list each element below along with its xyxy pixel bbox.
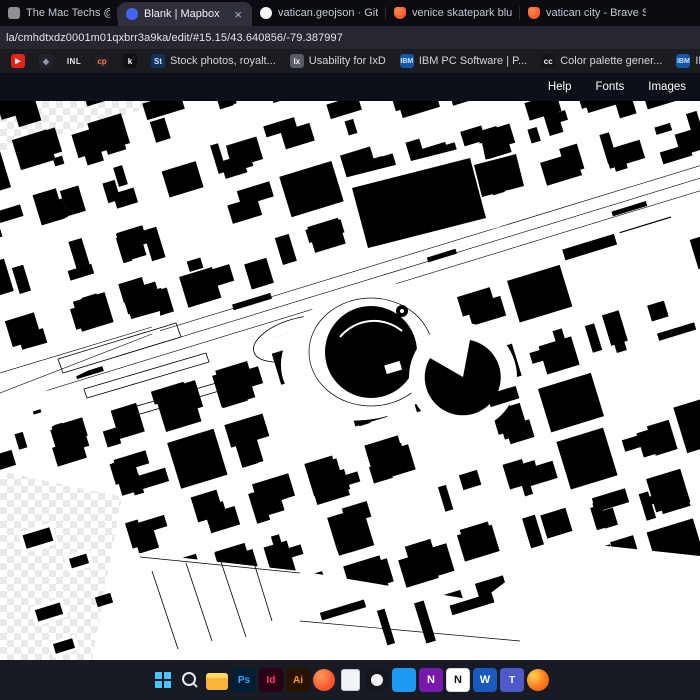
github-favicon [260, 7, 272, 19]
url-text[interactable]: la/cmhdtxdz0001m01qxbrr3a9ka/edit/#15.15… [0, 32, 343, 44]
studio-header: Help Fonts Images [0, 73, 700, 101]
fonts-link[interactable]: Fonts [596, 81, 625, 93]
bookmark-youtube[interactable]: ▶ [6, 52, 30, 70]
brave-favicon [528, 7, 540, 19]
photoshop-button[interactable]: Ps [232, 668, 256, 692]
windows-logo-icon [155, 672, 171, 688]
bookmark-icon: cc [541, 54, 556, 68]
onenote-button[interactable]: N [419, 668, 443, 692]
file-explorer-button[interactable] [205, 668, 229, 692]
tab-mac-techs[interactable]: The Mac Techs @ Sheridan :: L [0, 0, 118, 26]
bookmark-icon: k [123, 54, 137, 68]
firefox-button[interactable] [527, 669, 549, 691]
notion-button[interactable]: N [446, 668, 470, 692]
bookmark-label: Usability for IxD [308, 55, 386, 67]
images-link[interactable]: Images [648, 81, 686, 93]
bookmarks-bar: ▶ ◈ INL cp k St Stock photos, royalt... … [0, 49, 700, 73]
tab-title: Blank | Mapbox [144, 8, 220, 20]
tab-title: vatican city - Brave Search [546, 7, 646, 19]
bookmark-icon: Ix [289, 54, 304, 68]
help-link[interactable]: Help [548, 81, 572, 93]
bookmark-cp[interactable]: cp [90, 52, 114, 70]
notepad-button[interactable] [338, 668, 362, 692]
bookmark-icon: IBM [676, 54, 691, 68]
brave-favicon [394, 7, 406, 19]
illustrator-button[interactable]: Ai [286, 668, 310, 692]
github-button[interactable] [365, 668, 389, 692]
bookmark-icon: IBM [399, 54, 414, 68]
windows-start-button[interactable] [151, 668, 175, 692]
tab-title: The Mac Techs @ Sheridan :: L [26, 7, 110, 19]
bookmark-item-2[interactable]: ◈ [34, 52, 58, 70]
bookmark-inl[interactable]: INL [62, 52, 86, 70]
word-button[interactable]: W [473, 668, 497, 692]
tab-favicon [8, 7, 20, 19]
close-icon[interactable]: × [232, 7, 244, 22]
bookmark-icon: St [151, 54, 165, 68]
teams-button[interactable]: T [500, 668, 524, 692]
map-svg[interactable] [0, 101, 700, 660]
address-bar[interactable]: la/cmhdtxdz0001m01qxbrr3a9ka/edit/#15.15… [0, 26, 700, 49]
tab-venice-search[interactable]: venice skatepark blueprints - B [386, 0, 520, 26]
tab-title: venice skatepark blueprints - B [412, 7, 512, 19]
bookmark-icon: ◈ [39, 54, 53, 68]
bookmark-ibm-pc-software[interactable]: IBM IBM PC Software | P... [395, 52, 532, 70]
document-icon [340, 669, 360, 691]
search-button[interactable] [178, 668, 202, 692]
bookmark-color-palette[interactable]: cc Color palette gener... [536, 52, 667, 70]
map-canvas[interactable] [0, 101, 700, 660]
taskbar: Ps Id Ai N N W T [0, 660, 700, 700]
tab-vatican-search[interactable]: vatican city - Brave Search [520, 0, 654, 26]
bookmark-label: IBM Design Langua... [695, 55, 700, 67]
tab-title: vatican.geojson · GitHub [278, 7, 378, 19]
bookmark-icon: INL [66, 56, 82, 66]
tab-mapbox-active[interactable]: Blank | Mapbox × [118, 2, 252, 26]
bookmark-stock-photos[interactable]: St Stock photos, royalt... [146, 52, 281, 70]
tab-github-geojson[interactable]: vatican.geojson · GitHub [252, 0, 386, 26]
cn-tower [396, 305, 408, 317]
bookmark-label: Color palette gener... [560, 55, 663, 67]
folder-icon [206, 673, 228, 690]
mapbox-favicon [126, 8, 138, 20]
screen: The Mac Techs @ Sheridan :: L Blank | Ma… [0, 0, 700, 700]
bookmark-icon: cp [95, 54, 109, 68]
indesign-button[interactable]: Id [259, 668, 283, 692]
vscode-button[interactable] [392, 668, 416, 692]
bookmark-ibm-design[interactable]: IBM IBM Design Langua... [671, 52, 700, 70]
brave-button[interactable] [313, 669, 335, 691]
tab-strip: The Mac Techs @ Sheridan :: L Blank | Ma… [0, 0, 700, 26]
bookmark-label: IBM PC Software | P... [418, 55, 528, 67]
bookmark-label: Stock photos, royalt... [170, 55, 276, 67]
youtube-icon: ▶ [11, 54, 25, 68]
bookmark-usability-ixd[interactable]: Ix Usability for IxD [285, 52, 391, 70]
bookmark-k[interactable]: k [118, 52, 142, 70]
